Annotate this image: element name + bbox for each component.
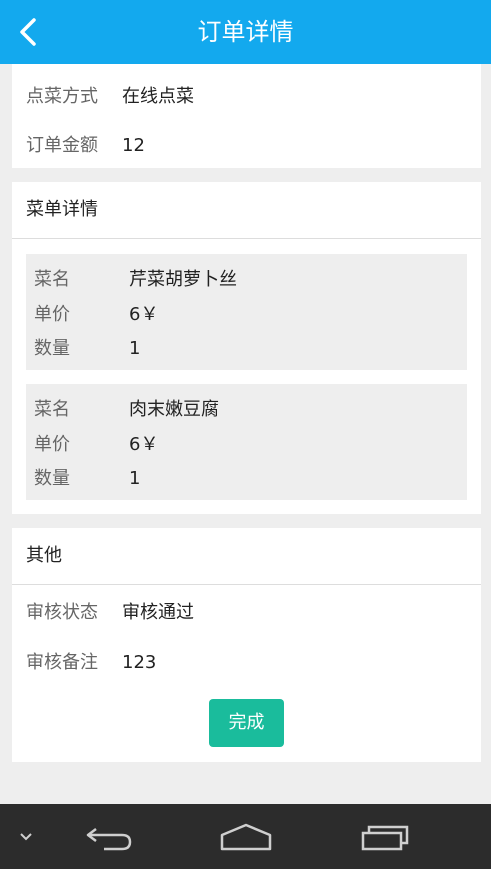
review-status-value: 审核通过	[122, 602, 194, 623]
order-amount-value: 12	[122, 135, 145, 156]
dish-price-row: 单价 6￥	[34, 300, 158, 326]
review-status-label: 审核状态	[26, 602, 98, 623]
nav-home-button[interactable]	[212, 804, 280, 869]
dish-qty-row: 数量 1	[34, 464, 140, 490]
nav-recent-apps-button[interactable]	[352, 804, 418, 869]
order-info-card: 点菜方式 在线点菜 订单金额 12	[12, 64, 481, 168]
other-section-title: 其他	[26, 545, 62, 566]
dish-qty-value: 1	[129, 338, 141, 359]
dish-name-row: 菜名 肉末嫩豆腐	[34, 395, 219, 421]
app-header: 订单详情	[0, 0, 491, 64]
review-status-row: 审核状态 审核通过	[26, 598, 194, 624]
recent-apps-icon	[361, 825, 409, 850]
nav-back-button[interactable]	[78, 804, 138, 869]
menu-section-title: 菜单详情	[26, 199, 98, 220]
order-method-value: 在线点菜	[122, 86, 194, 107]
dish-price-value: 6￥	[129, 304, 159, 325]
chevron-down-icon	[20, 832, 32, 840]
dish-price-label: 单价	[34, 434, 70, 455]
done-button[interactable]: 完成	[209, 699, 284, 747]
dish-price-label: 单价	[34, 304, 70, 325]
back-icon	[86, 827, 132, 850]
review-remark-value: 123	[122, 652, 157, 673]
dish-name-label: 菜名	[34, 269, 70, 290]
page-title: 订单详情	[197, 18, 294, 46]
menu-details-card: 菜单详情 菜名 芹菜胡萝卜丝 单价 6￥ 数量 1 菜名 肉末嫩豆腐 单价 6￥ 数量 1	[12, 182, 481, 514]
order-amount-label: 订单金额	[26, 135, 98, 156]
order-method-row: 点菜方式 在线点菜	[26, 82, 194, 108]
dish-name-value: 芹菜胡萝卜丝	[129, 269, 237, 290]
dish-name-row: 菜名 芹菜胡萝卜丝	[34, 265, 237, 291]
dish-name-label: 菜名	[34, 399, 70, 420]
other-section-header: 其他	[12, 528, 481, 585]
other-card: 其他 审核状态 审核通过 审核备注 123 完成	[12, 528, 481, 762]
system-nav-bar	[0, 804, 491, 869]
review-remark-row: 审核备注 123	[26, 648, 156, 674]
dish-item: 菜名 芹菜胡萝卜丝 单价 6￥ 数量 1	[26, 254, 467, 370]
order-method-label: 点菜方式	[26, 86, 98, 107]
dish-qty-label: 数量	[34, 468, 70, 489]
menu-section-header: 菜单详情	[12, 182, 481, 239]
review-remark-label: 审核备注	[26, 652, 98, 673]
home-icon	[220, 823, 272, 850]
dish-qty-value: 1	[129, 468, 141, 489]
dish-price-value: 6￥	[129, 434, 159, 455]
dish-qty-row: 数量 1	[34, 334, 140, 360]
dish-name-value: 肉末嫩豆腐	[129, 399, 219, 420]
dish-item: 菜名 肉末嫩豆腐 单价 6￥ 数量 1	[26, 384, 467, 500]
dish-price-row: 单价 6￥	[34, 430, 158, 456]
order-amount-row: 订单金额 12	[26, 131, 145, 157]
hide-keyboard-button[interactable]	[8, 804, 44, 869]
dish-qty-label: 数量	[34, 338, 70, 359]
